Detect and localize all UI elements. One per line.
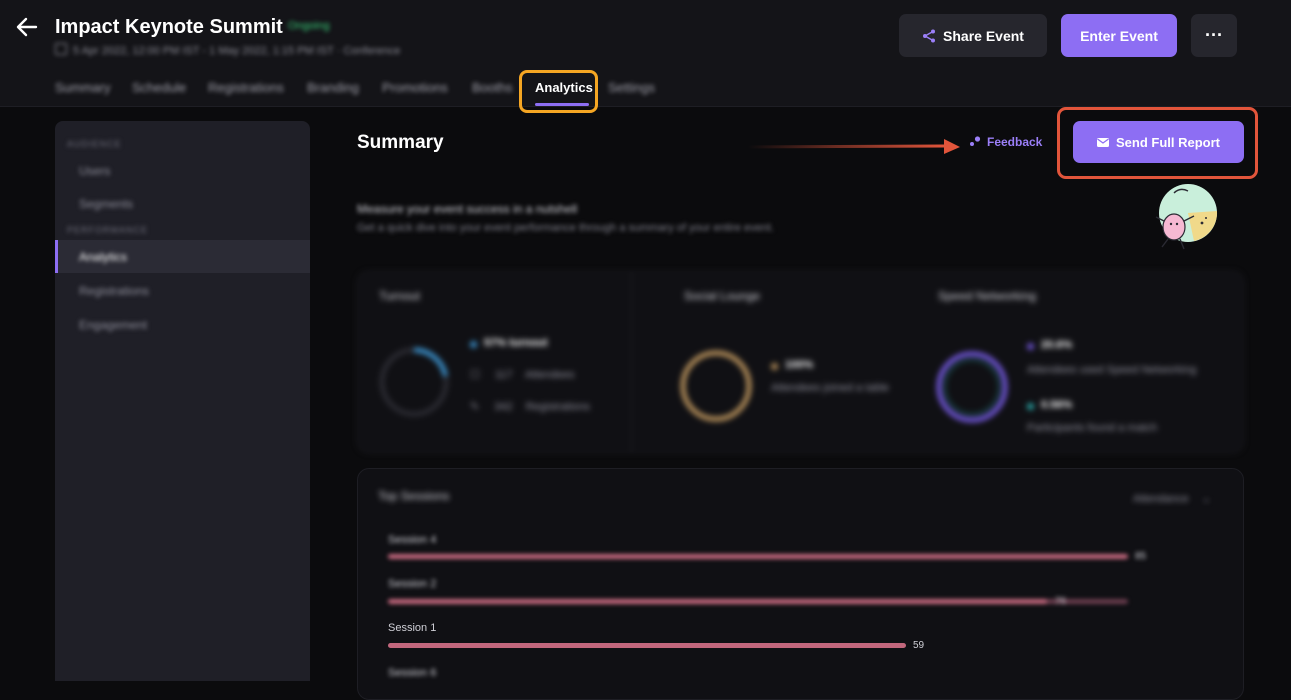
sidebar-section-performance: PERFORMANCE	[67, 225, 149, 235]
back-arrow-icon[interactable]	[14, 14, 40, 40]
card-divider	[631, 272, 632, 452]
feedback-label: Feedback	[987, 135, 1043, 149]
people-icon: ☐	[470, 369, 480, 381]
lounge-donut	[680, 350, 752, 422]
summary-stats-card: Turnout 57% turnout ☐ 117 Attendees ✎ 34…	[357, 271, 1244, 453]
event-title: Impact Keynote Summit	[55, 16, 283, 38]
networking-value-2: 0.56%	[1041, 399, 1073, 411]
tab-settings[interactable]: Settings	[608, 80, 655, 95]
networking-legend-dot-2	[1027, 403, 1034, 410]
turnout-legend-dot	[470, 341, 477, 348]
networking-legend-dot	[1027, 343, 1034, 350]
session-value-2: 76	[1055, 596, 1067, 607]
tab-booths[interactable]: Booths	[472, 80, 512, 95]
lounge-legend-dot	[771, 363, 778, 370]
mascot-illustration	[1155, 184, 1218, 250]
tab-schedule[interactable]: Schedule	[132, 80, 186, 95]
lounge-description: Attendees joined a table	[771, 382, 890, 394]
sidebar-section-audience: AUDIENCE	[67, 139, 122, 149]
networking-donut	[936, 351, 1008, 423]
registrations-label: Registrations	[525, 401, 590, 413]
registrations-count: 342	[494, 401, 513, 413]
session-bar-track-2	[388, 599, 1128, 604]
sidebar-item-segments[interactable]: Segments	[79, 197, 133, 211]
event-meta-text: 5 Apr 2022, 12:00 PM IST - 1 May 2022, 1…	[73, 45, 401, 57]
intro-title: Measure your event success in a nutshell	[357, 202, 578, 216]
sidebar-item-users[interactable]: Users	[79, 164, 110, 178]
more-button[interactable]: ···	[1191, 14, 1237, 57]
attendees-label: Attendees	[524, 369, 575, 381]
turnout-value: 57% turnout	[484, 337, 548, 349]
session-bar-3	[388, 643, 906, 648]
chevron-down-icon: ⌄	[1201, 493, 1211, 505]
top-sessions-card	[357, 468, 1244, 700]
share-event-button[interactable]: Share Event	[899, 14, 1047, 57]
attendees-count: 117	[494, 369, 513, 381]
tab-branding[interactable]: Branding	[307, 80, 359, 95]
feedback-icon	[970, 136, 981, 146]
session-value-1: 85	[1135, 551, 1147, 562]
calendar-icon	[55, 43, 67, 55]
tab-registrations[interactable]: Registrations	[208, 80, 284, 95]
intro-subtitle: Get a quick dive into your event perform…	[357, 222, 774, 234]
top-sessions-title: Top Sessions	[378, 489, 450, 503]
networking-description-2: Participants found a match	[1027, 422, 1158, 434]
sessions-filter-dropdown[interactable]: Attendance ⌄	[1133, 492, 1211, 505]
lounge-title: Social Lounge	[684, 289, 761, 303]
summary-title: Summary	[357, 132, 444, 153]
session-bar-1	[388, 554, 1128, 559]
more-icon: ···	[1205, 25, 1223, 45]
enter-event-label: Enter Event	[1080, 27, 1158, 44]
sidebar-item-analytics[interactable]: Analytics	[79, 250, 127, 264]
tab-promotions[interactable]: Promotions	[382, 80, 448, 95]
networking-title: Speed Networking	[938, 289, 1037, 303]
networking-description-1: Attendees used Speed Networking	[1027, 364, 1197, 376]
session-bar-track-1	[388, 554, 1128, 559]
session-label-3: Session 1	[388, 622, 437, 634]
annotation-arrow	[748, 139, 960, 154]
share-event-label: Share Event	[943, 27, 1024, 44]
networking-value-1: 20.6%	[1041, 339, 1073, 351]
pencil-icon: ✎	[470, 401, 480, 413]
share-icon	[923, 29, 936, 42]
tab-summary[interactable]: Summary	[55, 80, 111, 95]
enter-event-button[interactable]: Enter Event	[1061, 14, 1177, 57]
turnout-donut	[379, 347, 449, 417]
turnout-title: Turnout	[379, 289, 420, 303]
registrations-row: ✎ 342 Registrations	[470, 400, 590, 413]
sidebar-item-engagement[interactable]: Engagement	[79, 318, 147, 332]
sidebar-nav: AUDIENCE Users Segments PERFORMANCE Anal…	[55, 121, 310, 421]
feedback-link[interactable]: Feedback	[969, 135, 1042, 149]
session-label-4: Session 6	[388, 667, 437, 679]
session-bar-2	[388, 599, 1047, 604]
session-label-2: Session 2	[388, 578, 437, 590]
session-label-1: Session 4	[388, 534, 437, 546]
analytics-tab-highlight	[519, 70, 598, 113]
status-badge: Ongoing	[288, 20, 330, 32]
sessions-filter-label: Attendance	[1133, 493, 1189, 505]
sidebar-item-registrations[interactable]: Registrations	[79, 284, 149, 298]
session-bar-track-3	[388, 643, 1128, 648]
event-meta: 5 Apr 2022, 12:00 PM IST - 1 May 2022, 1…	[55, 43, 400, 57]
lounge-value: 100%	[785, 359, 814, 371]
attendees-row: ☐ 117 Attendees	[470, 368, 574, 381]
session-value-3: 59	[913, 640, 925, 651]
send-report-highlight	[1057, 107, 1258, 179]
